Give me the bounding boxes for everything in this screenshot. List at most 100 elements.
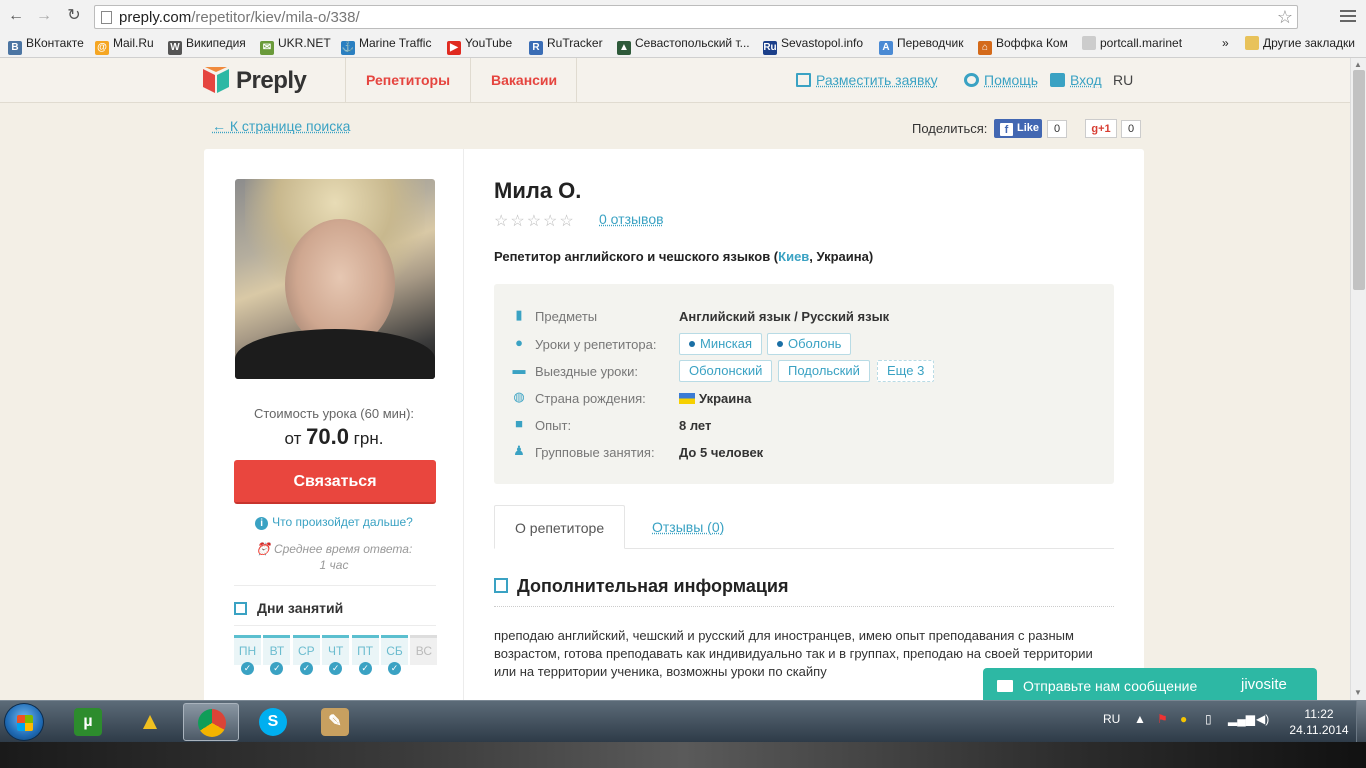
facebook-like-button[interactable]: f Like [994,119,1042,138]
tutor-photo [235,179,435,379]
check-icon: ✓ [241,662,254,675]
facebook-icon: f [1000,123,1013,136]
price-label: Стоимость урока (60 мин): [253,406,415,421]
skype-taskbar-button[interactable]: S [245,703,301,741]
bookmark-item[interactable]: Ru Sevastopol.info [763,35,863,55]
experience-row: ■ Опыт: 8 лет [494,413,1114,439]
start-button[interactable] [4,703,44,741]
profile-tabs: О репетиторе Отзывы (0) [494,505,1114,549]
url-text[interactable]: preply.com/repetitor/kiev/mila-o/338/ [119,9,360,26]
bookmark-item[interactable]: ✉ UKR.NET [260,35,331,55]
page-icon [1082,36,1096,50]
skype-icon: S [259,708,287,736]
bookmark-item[interactable]: W Википедия [168,35,246,55]
district-tag[interactable]: Оболонский [679,360,773,382]
tab-about[interactable]: О репетиторе [494,505,626,549]
tab-reviews[interactable]: Отзывы (0) [632,505,744,549]
bookmark-icon: ▮ [515,307,523,322]
back-arrow-icon[interactable]: ← [6,7,26,25]
paint-taskbar-button[interactable]: ✎ [307,703,363,741]
what-next-link[interactable]: i Что произойдет дальше? [204,515,464,530]
additional-info-heading: Дополнительная информация [494,576,788,597]
clipboard-icon [796,73,811,87]
site-header: Preply Репетиторы Вакансии Разместить за… [0,58,1350,103]
scrollbar-thumb[interactable] [1353,70,1365,290]
bookmark-item[interactable]: @ Mail.Ru [95,35,154,55]
location-tag[interactable]: Оболонь [767,333,852,355]
price-value: от 70.0 грн. [284,424,384,449]
contact-button[interactable]: Связаться [234,460,436,504]
rutracker-icon: R [529,41,543,55]
nav-vacancies-link[interactable]: Вакансии [491,72,557,88]
help-link[interactable]: Помощь [964,72,1038,88]
profile-main: Мила О. ☆☆☆☆☆ 0 отзывов Репетитор англий… [494,149,1114,700]
login-link[interactable]: Вход [1050,72,1102,88]
envelope-icon [997,680,1013,692]
tutor-subtitle: Репетитор английского и чешского языков … [494,249,874,264]
google-plus-button[interactable]: g+1 [1085,119,1117,138]
system-clock[interactable]: 11:22 24.11.2014 [1286,706,1352,738]
nav-divider [470,58,471,103]
other-bookmarks-folder[interactable]: Другие закладки [1245,35,1355,51]
jivosite-logo: jivosite [1241,676,1287,693]
district-tag[interactable]: Подольский [778,360,870,382]
browser-menu-icon[interactable] [1340,10,1356,24]
city-link[interactable]: Киев [778,249,809,264]
check-icon: ✓ [299,662,313,675]
bookmarks-overflow-button[interactable]: » [1222,35,1229,51]
keyboard-language[interactable]: RU [1103,712,1120,726]
nav-divider [345,58,346,103]
calendar-icon [234,602,247,615]
browser-toolbar: ← → ↻ preply.com/repetitor/kiev/mila-o/3… [0,2,1366,30]
bookmark-star-icon[interactable]: ☆ [1277,7,1293,28]
bookmark-item[interactable]: ⌂ Воффка Ком [978,35,1068,55]
nav-tutors-link[interactable]: Репетиторы [366,72,450,88]
subjects-value: Английский язык / Русский язык [679,309,890,324]
bookmark-item[interactable]: B ВКонтакте [8,35,84,55]
chrome-icon [198,709,226,737]
page-icon [101,11,112,24]
forward-arrow-icon[interactable]: → [34,7,54,25]
lifebuoy-icon [964,73,979,87]
birth-country-row: ◍ Страна рождения: Украина [513,389,752,407]
norton-icon[interactable]: ● [1180,712,1187,726]
group-lessons-row: ♟ Групповые занятия: До 5 человек [513,443,764,461]
live-chat-button[interactable]: Отправьте нам сообщение jivosite [983,668,1317,700]
utorrent-taskbar-button[interactable]: µ [60,703,116,741]
weekday-1: ВТ ✓ [263,635,291,675]
scroll-down-icon[interactable]: ▼ [1354,688,1362,697]
page-scrollbar[interactable]: ▲ ▼ [1350,58,1366,700]
bookmark-item[interactable]: portcall.marinet [1082,35,1182,51]
ukrnet-icon: ✉ [260,41,274,55]
location-tag[interactable]: Минская [679,333,763,355]
bookmark-item[interactable]: ⚓ Marine Traffic [341,35,431,55]
aimp-taskbar-button[interactable]: ▲ [122,703,178,741]
divider [234,625,436,626]
show-desktop-button[interactable] [1356,701,1366,743]
network-signal-icon[interactable]: ▂▄▆ [1228,712,1255,726]
mailru-icon: @ [95,41,109,55]
vk-icon: B [8,41,22,55]
bookmark-item[interactable]: R RuTracker [529,35,603,55]
weekday-0: ПН ✓ [234,635,261,675]
language-switch[interactable]: RU [1113,72,1133,88]
bookmark-item[interactable]: ▶ YouTube [447,35,512,55]
reviews-link[interactable]: 0 отзывов [599,211,664,227]
chrome-taskbar-button[interactable] [183,703,239,741]
action-center-icon[interactable]: ⚑ [1157,712,1168,726]
info-icon: i [255,517,269,530]
check-icon: ✓ [358,662,372,675]
more-districts-button[interactable]: Еще 3 [877,360,935,382]
volume-icon[interactable]: ◀) [1256,712,1269,726]
bookmark-item[interactable]: ▲ Севастопольский т... [617,35,750,55]
group-icon: ♟ [513,443,525,458]
check-icon: ✓ [329,662,343,675]
back-to-search-link[interactable]: ← К странице поиска [212,118,350,134]
tray-expand-icon[interactable]: ▲ [1134,712,1146,726]
post-request-link[interactable]: Разместить заявку [796,72,938,88]
scroll-up-icon[interactable]: ▲ [1354,60,1362,69]
reload-icon[interactable]: ↻ [64,7,84,25]
address-bar[interactable]: preply.com/repetitor/kiev/mila-o/338/ ☆ [94,5,1298,29]
power-icon[interactable]: ▯ [1205,712,1212,726]
bookmark-item[interactable]: A Переводчик [879,35,964,55]
